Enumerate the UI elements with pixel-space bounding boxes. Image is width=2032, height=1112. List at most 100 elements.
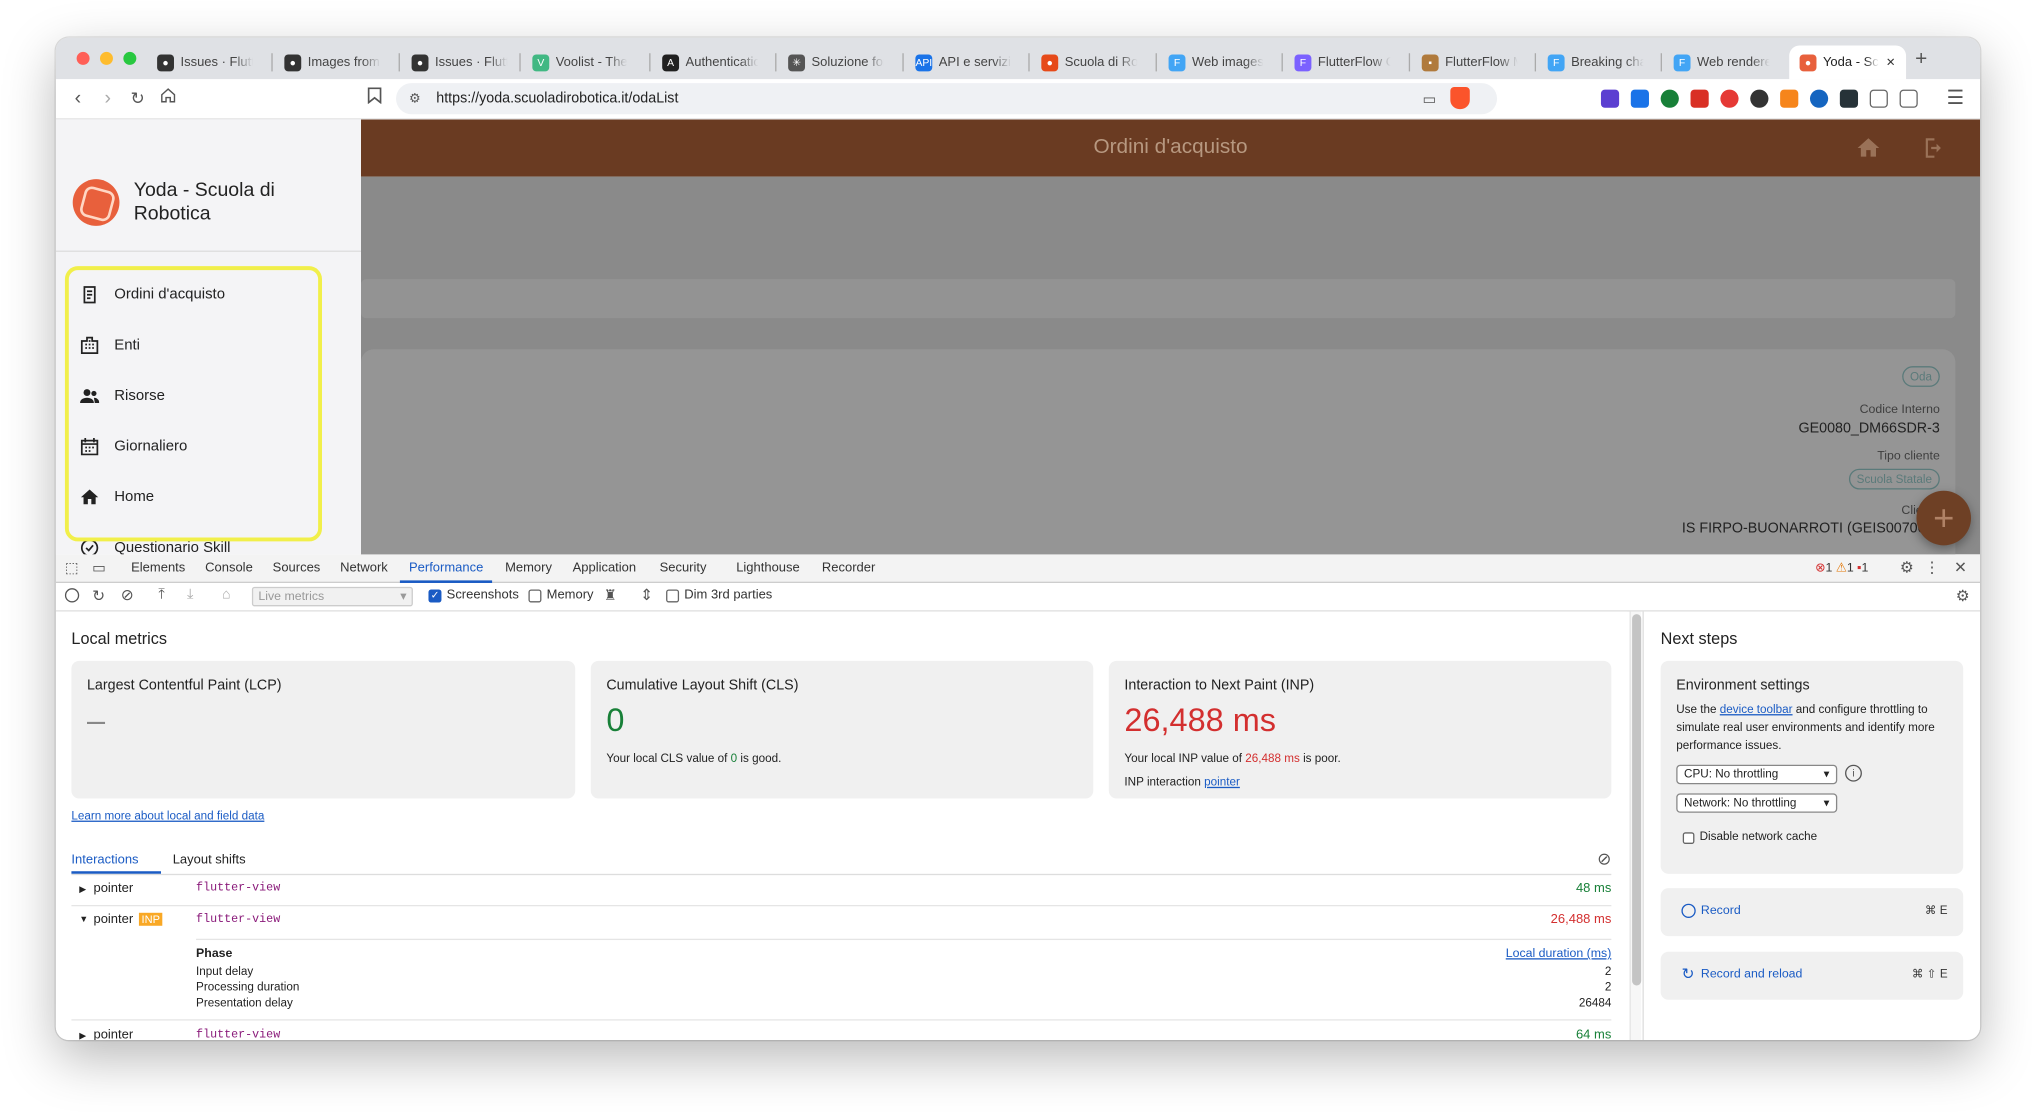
site-settings-icon[interactable]: ⚙ [409, 92, 421, 106]
clear-interactions-icon[interactable]: ⊘ [1597, 849, 1611, 870]
live-metrics-select[interactable]: Live metrics ▾ [251, 586, 413, 607]
close-tab-icon[interactable]: ✕ [1886, 55, 1896, 69]
extension-2-icon[interactable] [1809, 89, 1829, 108]
devtools-tab-security[interactable]: Security [660, 561, 707, 575]
garbage-collect-icon[interactable]: ♜ [604, 587, 617, 604]
settings-gear-icon[interactable]: ⚙ [1900, 558, 1914, 576]
browser-tab[interactable]: A Authentication [652, 45, 769, 79]
clear-icon[interactable]: ⊘ [121, 586, 134, 604]
browser-tab[interactable]: ▪ FlutterFlow Marketplace [1411, 45, 1528, 79]
disable-cache-checkbox[interactable] [1682, 832, 1695, 844]
record-and-reload-button[interactable]: ↻ Record and reload ⌘ ⇧ E [1660, 951, 1964, 1000]
browser-tab[interactable]: ● Issues · Flutter [401, 45, 518, 79]
home-icon[interactable]: ⌂ [222, 587, 231, 603]
extensions-puzzle-icon[interactable] [1869, 89, 1888, 108]
learn-more-link[interactable]: Learn more about local and field data [71, 809, 264, 822]
info-icon[interactable]: i [1845, 764, 1862, 782]
extension-3-icon[interactable] [1839, 89, 1859, 108]
expand-arrow-icon[interactable]: ▶ [79, 884, 86, 895]
upload-icon[interactable]: ⤒ [158, 587, 164, 604]
devtools-tab-sources[interactable]: Sources [273, 561, 321, 575]
devtools-tab-elements[interactable]: Elements [131, 561, 185, 575]
warning-icon[interactable]: ⚠ [1836, 561, 1847, 575]
minimize-window-button[interactable] [99, 51, 113, 65]
dim-3rd-parties-checkbox[interactable] [666, 589, 680, 603]
browser-tab[interactable]: V Voolist - The [522, 45, 641, 79]
devtools-tab-network[interactable]: Network [340, 561, 388, 575]
brave-shield-icon[interactable] [1450, 86, 1470, 110]
devtools-tab-application[interactable]: Application [573, 561, 637, 575]
browser-tab[interactable]: ● Issues · Flutter [147, 45, 264, 79]
duration-header-link[interactable]: Local duration (ms) [1506, 947, 1612, 961]
new-tab-icon[interactable]: + [1915, 48, 1927, 71]
home-icon[interactable] [1855, 135, 1881, 161]
reload-icon[interactable]: ↻ [125, 86, 151, 112]
inp-interaction-link[interactable]: pointer [1204, 775, 1240, 788]
search-field[interactable] [360, 279, 1956, 319]
devtools-tab-lighthouse[interactable]: Lighthouse [736, 561, 800, 575]
bookmark-icon[interactable] [361, 86, 387, 112]
cast-icon[interactable]: ▭ [1423, 90, 1437, 108]
screenshots-checkbox[interactable]: ✓ [428, 589, 442, 603]
extension-1-icon[interactable] [1600, 89, 1620, 108]
interaction-target[interactable]: flutter-view [196, 1028, 280, 1040]
extension-pen-icon[interactable] [1750, 89, 1769, 108]
drawer-item-giornaliero[interactable]: Giornaliero [56, 421, 361, 472]
capture-gear-icon[interactable]: ⚙ [1956, 587, 1970, 605]
error-icon[interactable]: ⊗ [1815, 561, 1825, 575]
logout-icon[interactable] [1920, 135, 1946, 161]
inspect-icon[interactable]: ⬚ [65, 560, 79, 577]
forward-icon[interactable]: › [95, 86, 121, 112]
interaction-target[interactable]: flutter-view [196, 882, 280, 895]
extension-translate-icon[interactable] [1630, 89, 1649, 108]
home-icon[interactable] [155, 86, 181, 112]
more-options-icon[interactable]: ⋮ [1924, 558, 1940, 576]
network-throttling-select[interactable]: Network: No throttling ▾ [1676, 793, 1838, 813]
close-window-button[interactable] [76, 51, 90, 65]
extension-metamask-icon[interactable] [1780, 89, 1799, 108]
devtools-tab-memory[interactable]: Memory [505, 561, 552, 575]
browser-tab[interactable]: API API e servizi [905, 45, 1022, 79]
close-devtools-icon[interactable]: ✕ [1954, 558, 1967, 576]
menu-icon[interactable]: ☰ [1942, 86, 1968, 112]
cpu-throttling-select[interactable]: CPU: No throttling ▾ [1676, 764, 1838, 785]
record-button[interactable]: Record ⌘ E [1660, 888, 1964, 937]
maximize-window-button[interactable] [123, 51, 137, 65]
browser-tab[interactable]: F Breaking changes [1537, 45, 1654, 79]
address-bar[interactable]: ⚙ https://yoda.scuoladirobotica.it/odaLi… [396, 83, 1498, 115]
extension-calendar-icon[interactable] [1690, 89, 1709, 108]
capture-settings-icon[interactable]: ⇕ [640, 586, 653, 604]
interaction-target[interactable]: flutter-view [196, 913, 280, 926]
order-card[interactable]: Oda Codice Interno GE0080_DM66SDR-3 Tipo… [360, 349, 1956, 555]
memory-checkbox[interactable] [528, 589, 542, 603]
drawer-item-risorse[interactable]: Risorse [56, 370, 361, 421]
browser-tab[interactable]: F Web images [1158, 45, 1275, 79]
collapse-arrow-icon[interactable]: ▼ [79, 915, 88, 924]
reload-record-icon[interactable]: ↻ [92, 587, 105, 605]
expand-arrow-icon[interactable]: ▶ [79, 1031, 86, 1040]
device-toolbar-icon[interactable]: ▭ [92, 560, 106, 577]
drawer-item-enti[interactable]: Enti [56, 319, 361, 370]
download-icon[interactable]: ⤓ [187, 587, 193, 604]
browser-tab[interactable]: ✳ Soluzione for [778, 45, 895, 79]
scrollbar-thumb[interactable] [1632, 614, 1642, 986]
drawer-item-ordini-d-acquisto[interactable]: Ordini d'acquisto [56, 269, 361, 320]
drawer-item-questionario-skill[interactable]: Questionario Skill [56, 522, 361, 555]
extension-opera-icon[interactable] [1720, 89, 1739, 108]
browser-tab[interactable]: F Web renderers [1663, 45, 1780, 79]
back-icon[interactable]: ‹ [65, 86, 91, 112]
record-circle-icon[interactable] [64, 588, 80, 603]
device-toolbar-link[interactable]: device toolbar [1720, 702, 1793, 715]
drawer-item-home[interactable]: Home [56, 471, 361, 522]
extension-check-icon[interactable] [1660, 89, 1679, 108]
devtools-tab-recorder[interactable]: Recorder [822, 561, 875, 575]
browser-tab-active[interactable]: ● Yoda - Scuola di Robotica ✕ [1789, 45, 1907, 80]
panel-scrollbar[interactable] [1629, 611, 1642, 1041]
sidebar-toggle-icon[interactable] [1899, 89, 1918, 108]
tab-layout-shifts[interactable]: Layout shifts [173, 853, 246, 867]
tab-interactions[interactable]: Interactions [71, 853, 138, 867]
browser-tab[interactable]: ● Images from network [274, 45, 391, 79]
devtools-tab-performance[interactable]: Performance [399, 561, 493, 583]
browser-tab[interactable]: ● Scuola di Robotica [1031, 45, 1148, 79]
devtools-tab-console[interactable]: Console [205, 561, 253, 575]
